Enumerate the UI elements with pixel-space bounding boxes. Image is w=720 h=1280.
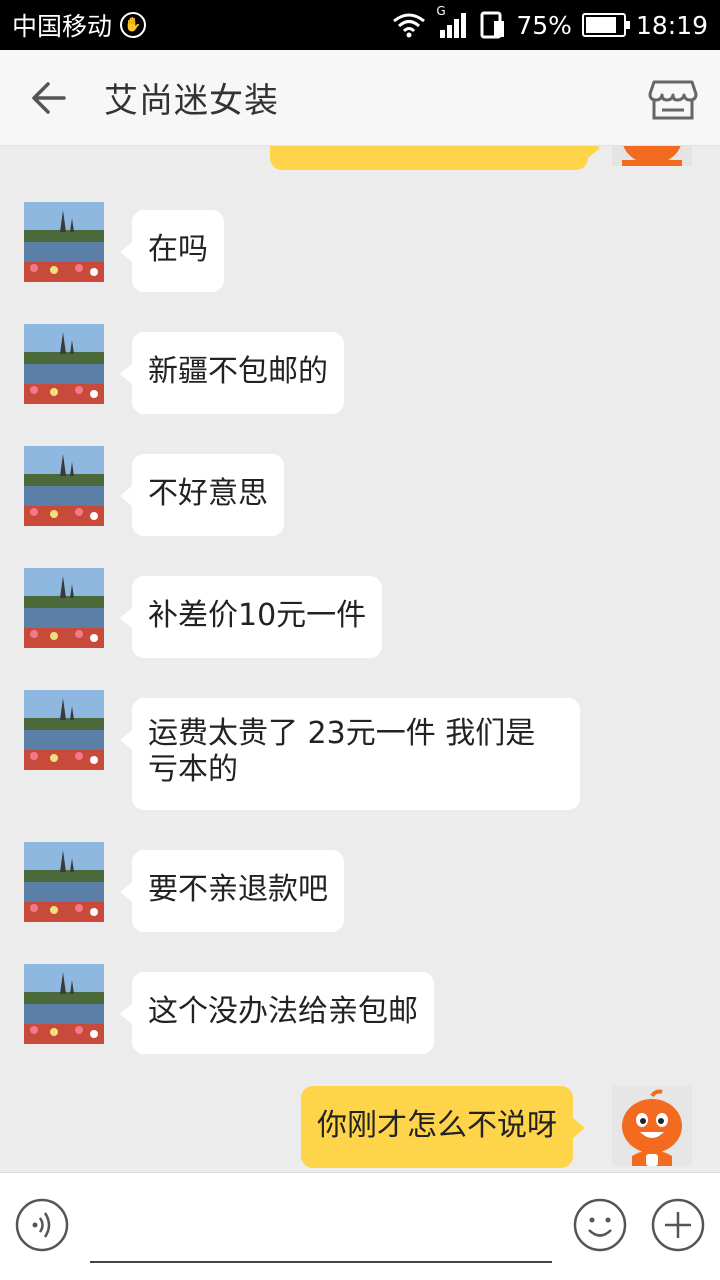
shop-avatar[interactable] bbox=[24, 568, 104, 648]
message-bubble[interactable]: 不好意思 bbox=[120, 454, 284, 536]
shop-avatar[interactable] bbox=[24, 842, 104, 922]
input-bar bbox=[0, 1172, 720, 1280]
message-text: 这个没办法给亲包邮 bbox=[148, 994, 418, 1029]
message-text: 新疆不包邮的 bbox=[148, 354, 328, 389]
shop-avatar[interactable] bbox=[24, 324, 104, 404]
clock: 18:19 bbox=[635, 10, 708, 40]
message-input[interactable] bbox=[90, 1193, 552, 1263]
message-bubble[interactable]: 新疆不包邮的 bbox=[120, 332, 344, 414]
message-text: 在吗 bbox=[148, 232, 208, 267]
message-bubble[interactable]: 要不亲退款吧 bbox=[120, 850, 344, 932]
store-icon bbox=[648, 80, 698, 120]
message-text: 要不亲退款吧 bbox=[148, 872, 328, 907]
carrier-label: 中国移动 bbox=[12, 12, 113, 41]
plus-icon bbox=[651, 1198, 705, 1252]
voice-icon bbox=[15, 1198, 69, 1252]
shop-avatar[interactable] bbox=[24, 964, 104, 1044]
shop-avatar[interactable] bbox=[24, 202, 104, 282]
message-bubble[interactable]: 运费太贵了 23元一件 我们是亏本的 bbox=[120, 698, 580, 810]
message-bubble[interactable]: 你刚才怎么不说呀 bbox=[301, 1086, 585, 1168]
signal-icon: G bbox=[436, 4, 470, 40]
battery-percent: 75% bbox=[516, 10, 572, 40]
back-arrow-icon bbox=[32, 81, 66, 114]
battery-icon bbox=[581, 13, 630, 37]
message-text: 补差价10元一件 bbox=[148, 598, 367, 633]
self-avatar[interactable] bbox=[612, 1086, 692, 1166]
back-button[interactable] bbox=[0, 50, 96, 146]
more-button[interactable] bbox=[650, 1197, 706, 1253]
shop-avatar[interactable] bbox=[24, 690, 104, 770]
self-avatar[interactable] bbox=[612, 146, 692, 166]
message-text: 不好意思 bbox=[148, 476, 268, 511]
chat-area[interactable]: 在吗 新疆不包邮的 不好意思 补差价10元一件 运费太贵了 23元一件 我们是亏… bbox=[0, 146, 720, 1172]
message-bubble[interactable]: 这个没办法给亲包邮 bbox=[120, 972, 434, 1054]
sim-icon bbox=[480, 11, 505, 39]
page-title: 艾尚迷女装 bbox=[104, 81, 279, 121]
shop-avatar[interactable] bbox=[24, 446, 104, 526]
emoji-button[interactable] bbox=[572, 1197, 628, 1253]
mascot-icon bbox=[612, 1086, 692, 1166]
smiley-icon bbox=[573, 1198, 627, 1252]
message-bubble[interactable]: 补差价10元一件 bbox=[119, 576, 383, 658]
chat-header: 艾尚迷女装 bbox=[0, 50, 720, 146]
message-text: 运费太贵了 23元一件 我们是亏本的 bbox=[148, 716, 536, 787]
message-bubble[interactable] bbox=[270, 146, 600, 170]
shop-button[interactable] bbox=[646, 72, 700, 126]
status-bar: 中国移动 ✋ G 75% 18:19 bbox=[0, 0, 720, 50]
wifi-icon bbox=[393, 13, 426, 38]
voice-button[interactable] bbox=[14, 1197, 70, 1253]
message-bubble[interactable]: 在吗 bbox=[120, 210, 224, 292]
message-text: 你刚才怎么不说呀 bbox=[317, 1108, 557, 1143]
hand-icon: ✋ bbox=[120, 12, 147, 38]
